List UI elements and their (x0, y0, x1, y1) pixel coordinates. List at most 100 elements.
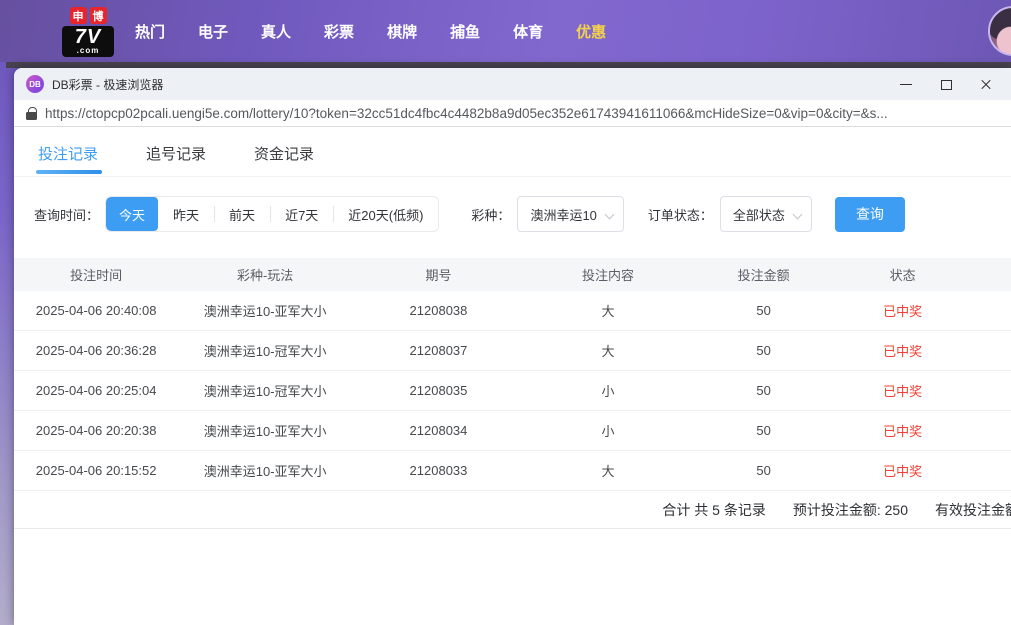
page-background: 申 博 7V .com 热门 电子 真人 彩票 棋牌 捕鱼 体育 优惠 DB D… (0, 0, 1011, 625)
summary-expected-amount: 预计投注金额: 250 (793, 500, 908, 520)
logo-text: 7V (65, 27, 111, 47)
site-logo[interactable]: 申 博 7V .com (62, 7, 114, 57)
header-issue: 期号 (352, 265, 525, 284)
table-cell: 21208034 (352, 423, 525, 438)
summary-valid-amount: 有效投注金额 (935, 500, 1011, 520)
table-cell: 50 (691, 383, 836, 398)
nav-menu: 热门 电子 真人 彩票 棋牌 捕鱼 体育 优惠 (135, 0, 606, 62)
logo-domain: .com (65, 47, 111, 55)
filter-bar: 查询时间： 今天 昨天 前天 近7天 近20天(低频) 彩种： 澳洲幸运10 订… (34, 196, 1011, 232)
user-avatar[interactable] (988, 6, 1011, 56)
bet-records-table: 投注时间 彩种-玩法 期号 投注内容 投注金额 状态 2025-04-06 20… (14, 258, 1011, 529)
table-cell: 2025-04-06 20:36:28 (14, 343, 178, 358)
logo-badge-shen: 申 (70, 7, 87, 24)
site-favicon-icon: DB (26, 75, 44, 93)
table-cell: 澳洲幸运10-亚军大小 (178, 421, 352, 440)
lottery-filter-label: 彩种： (471, 205, 510, 224)
header-bet-content: 投注内容 (525, 265, 691, 284)
table-cell: 50 (691, 303, 836, 318)
browser-window: DB DB彩票 - 极速浏览器 https://ctopcp02pcali.ue… (14, 68, 1011, 625)
minimize-button[interactable] (899, 77, 913, 91)
active-tab-underline (36, 170, 102, 174)
window-title: DB彩票 - 极速浏览器 (52, 76, 899, 93)
query-button[interactable]: 查询 (835, 197, 905, 232)
table-cell: 澳洲幸运10-亚军大小 (178, 461, 352, 480)
nav-item-live[interactable]: 真人 (261, 21, 291, 42)
time-option-day-before[interactable]: 前天 (214, 197, 270, 231)
table-summary-row: 合计 共 5 条记录 预计投注金额: 250 有效投注金额 (14, 491, 1011, 529)
time-option-yesterday[interactable]: 昨天 (158, 197, 214, 231)
logo-badges: 申 博 (62, 7, 114, 24)
time-filter-group: 今天 昨天 前天 近7天 近20天(低频) (105, 196, 439, 232)
lock-icon (26, 107, 37, 120)
table-cell: 50 (691, 463, 836, 478)
tab-chase-records-label: 追号记录 (146, 146, 206, 163)
table-cell: 大 (525, 461, 691, 480)
table-cell: 21208038 (352, 303, 525, 318)
table-cell: 50 (691, 343, 836, 358)
tab-fund-records[interactable]: 资金记录 (254, 143, 314, 176)
time-option-20days[interactable]: 近20天(低频) (333, 197, 438, 231)
header-bet-time: 投注时间 (14, 265, 178, 284)
table-cell: 2025-04-06 20:25:04 (14, 383, 178, 398)
close-button[interactable] (979, 77, 993, 91)
window-title-bar: DB DB彩票 - 极速浏览器 (14, 68, 1011, 100)
table-body: 2025-04-06 20:40:08澳洲幸运10-亚军大小21208038大5… (14, 291, 1011, 491)
tab-fund-records-label: 资金记录 (254, 146, 314, 163)
table-cell: 50 (691, 423, 836, 438)
logo-badge-bo: 博 (90, 7, 107, 24)
table-cell: 已中奖 (836, 461, 969, 480)
logo-box: 7V .com (62, 26, 114, 57)
nav-item-promo[interactable]: 优惠 (576, 21, 606, 42)
table-cell: 澳洲幸运10-亚军大小 (178, 301, 352, 320)
summary-total: 合计 共 5 条记录 (662, 500, 765, 520)
nav-item-hot[interactable]: 热门 (135, 21, 165, 42)
lottery-select[interactable]: 澳洲幸运10 (517, 196, 623, 232)
chevron-down-icon (793, 209, 803, 219)
table-cell: 21208037 (352, 343, 525, 358)
table-cell: 大 (525, 301, 691, 320)
table-cell: 2025-04-06 20:20:38 (14, 423, 178, 438)
nav-item-slots[interactable]: 电子 (198, 21, 228, 42)
table-cell: 小 (525, 381, 691, 400)
nav-item-lottery[interactable]: 彩票 (324, 21, 354, 42)
table-row: 2025-04-06 20:15:52澳洲幸运10-亚军大小21208033大5… (14, 451, 1011, 491)
tab-bet-records[interactable]: 投注记录 (38, 143, 98, 176)
time-option-today[interactable]: 今天 (106, 197, 158, 231)
table-cell: 已中奖 (836, 301, 969, 320)
maximize-button[interactable] (939, 77, 953, 91)
window-controls (899, 77, 993, 91)
table-cell: 大 (525, 341, 691, 360)
table-row: 2025-04-06 20:40:08澳洲幸运10-亚军大小21208038大5… (14, 291, 1011, 331)
table-cell: 已中奖 (836, 341, 969, 360)
header-lottery-play: 彩种-玩法 (178, 265, 352, 284)
table-cell: 2025-04-06 20:40:08 (14, 303, 178, 318)
table-cell: 21208035 (352, 383, 525, 398)
nav-item-sports[interactable]: 体育 (513, 21, 543, 42)
tab-chase-records[interactable]: 追号记录 (146, 143, 206, 176)
record-tabs: 投注记录 追号记录 资金记录 (14, 127, 1011, 177)
table-row: 2025-04-06 20:20:38澳洲幸运10-亚军大小21208034小5… (14, 411, 1011, 451)
url-text: https://ctopcp02pcali.uengi5e.com/lotter… (45, 106, 888, 121)
table-cell: 澳洲幸运10-冠军大小 (178, 341, 352, 360)
nav-item-fishing[interactable]: 捕鱼 (450, 21, 480, 42)
url-bar[interactable]: https://ctopcp02pcali.uengi5e.com/lotter… (14, 100, 1011, 127)
status-select-value: 全部状态 (733, 205, 785, 224)
table-cell: 已中奖 (836, 381, 969, 400)
status-filter-label: 订单状态： (648, 205, 713, 224)
nav-item-cards[interactable]: 棋牌 (387, 21, 417, 42)
time-filter-label: 查询时间： (34, 205, 99, 224)
table-cell: 2025-04-06 20:15:52 (14, 463, 178, 478)
table-cell: 21208033 (352, 463, 525, 478)
table-cell: 已中奖 (836, 421, 969, 440)
status-select[interactable]: 全部状态 (720, 196, 812, 232)
table-cell: 小 (525, 421, 691, 440)
header-bet-amount: 投注金额 (691, 265, 836, 284)
lottery-select-value: 澳洲幸运10 (530, 205, 596, 224)
table-cell: 澳洲幸运10-冠军大小 (178, 381, 352, 400)
table-row: 2025-04-06 20:25:04澳洲幸运10-冠军大小21208035小5… (14, 371, 1011, 411)
top-nav-bar: 申 博 7V .com 热门 电子 真人 彩票 棋牌 捕鱼 体育 优惠 (0, 0, 1011, 62)
time-option-7days[interactable]: 近7天 (270, 197, 333, 231)
chevron-down-icon (605, 209, 615, 219)
tab-bet-records-label: 投注记录 (38, 146, 98, 163)
